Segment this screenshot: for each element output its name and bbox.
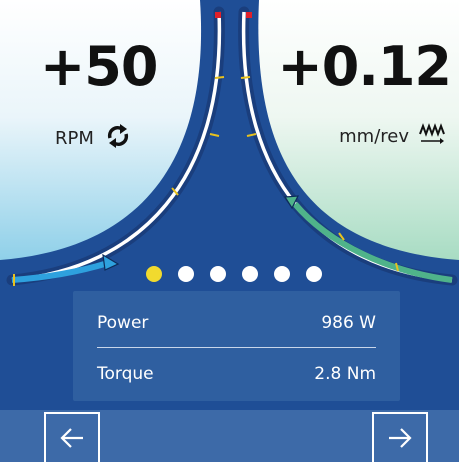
screen: +50 +0.12 RPM mm/rev Power 986 W Torque …	[0, 0, 459, 462]
feed-unit-group: mm/rev	[339, 122, 445, 151]
page-dot[interactable]	[274, 266, 290, 282]
page-dot[interactable]	[306, 266, 322, 282]
page-dot[interactable]	[178, 266, 194, 282]
power-row: Power 986 W	[97, 303, 376, 343]
speed-value: +50	[40, 35, 158, 98]
row-divider	[97, 347, 376, 348]
speed-unit-label: RPM	[55, 128, 94, 149]
next-button[interactable]	[372, 412, 428, 462]
page-dot[interactable]	[210, 266, 226, 282]
arrow-right-icon	[389, 428, 412, 448]
feed-value: +0.12	[277, 35, 452, 98]
previous-button[interactable]	[44, 412, 100, 462]
speed-unit-group: RPM	[55, 122, 132, 155]
torque-value: 2.8 Nm	[314, 364, 376, 384]
info-panel: Power 986 W Torque 2.8 Nm	[73, 291, 400, 401]
page-indicator	[146, 266, 322, 282]
torque-row: Torque 2.8 Nm	[97, 354, 376, 394]
power-label: Power	[97, 313, 149, 333]
power-value: 986 W	[321, 313, 376, 333]
torque-label: Torque	[97, 364, 154, 384]
feed-unit-label: mm/rev	[339, 126, 409, 147]
feed-zigzag-arrow-icon	[419, 122, 445, 151]
page-dot[interactable]	[146, 266, 162, 282]
rotate-icon	[104, 122, 132, 155]
page-dot[interactable]	[242, 266, 258, 282]
feed-limit-marker	[246, 12, 252, 18]
arrow-left-icon	[60, 428, 83, 448]
speed-limit-marker	[215, 12, 221, 18]
